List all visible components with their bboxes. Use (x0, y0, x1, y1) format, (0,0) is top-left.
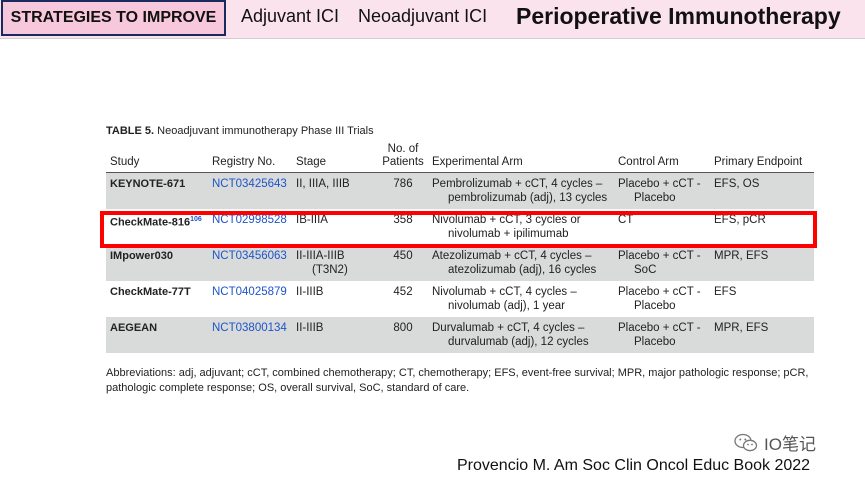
registry-link[interactable]: NCT03456063 (208, 245, 292, 281)
table-caption-label: TABLE 5. (106, 125, 155, 137)
control-arm-cell: Placebo + cCT - Placebo (614, 281, 710, 317)
stage-cell: II-IIIA-IIIB (T3N2) (292, 245, 378, 281)
abbreviations-note: Abbreviations: adj, adjuvant; cCT, combi… (106, 367, 809, 394)
strategies-tab[interactable]: STRATEGIES TO IMPROVE (1, 0, 226, 36)
col-header-study: Study (106, 141, 208, 173)
control-arm-line2: Placebo (634, 300, 676, 312)
control-arm-line1: Placebo + cCT - (618, 250, 701, 262)
control-arm-line1: Placebo + cCT - (618, 178, 701, 190)
experimental-arm-line2: nivolumab (adj), 1 year (448, 300, 565, 312)
control-arm-line2: SoC (634, 264, 657, 276)
control-arm-line1: Placebo + cCT - (618, 286, 701, 298)
nav-item-neoadjuvant-ici[interactable]: Neoadjuvant ICI (358, 6, 487, 27)
experimental-arm-line2: pembrolizumab (adj), 13 cycles (448, 192, 608, 204)
table-header-row: Study Registry No. Stage No. of Patients… (106, 141, 814, 173)
control-arm-cell: Placebo + cCT - Placebo (614, 172, 710, 209)
stage-cell: II-IIIB (292, 317, 378, 353)
experimental-arm-line2: durvalumab (adj), 12 cycles (448, 336, 589, 348)
experimental-arm-cell: Durvalumab + cCT, 4 cycles – durvalumab … (428, 317, 614, 353)
highlight-box (100, 211, 817, 248)
stage-line2: (T3N2) (312, 264, 348, 276)
table-row: IMpower030 NCT03456063 II-IIIA-IIIB (T3N… (106, 245, 814, 281)
patients-cell: 452 (393, 286, 413, 298)
control-arm-line2: Placebo (634, 336, 676, 348)
experimental-arm-line1: Nivolumab + cCT, 4 cycles – (432, 286, 577, 298)
wechat-icon (734, 433, 758, 451)
col-header-stage: Stage (292, 141, 378, 173)
experimental-arm-cell: Nivolumab + cCT, 4 cycles – nivolumab (a… (428, 281, 614, 317)
study-name: AEGEAN (106, 317, 208, 353)
registry-link[interactable]: NCT04025879 (208, 281, 292, 317)
endpoint-cell: EFS, OS (710, 172, 814, 209)
endpoint-cell: EFS (714, 286, 737, 298)
col-header-patients-line1: No. of (387, 143, 419, 155)
experimental-arm-line1: Pembrolizumab + cCT, 4 cycles – (432, 178, 603, 190)
citation: Provencio M. Am Soc Clin Oncol Educ Book… (457, 457, 811, 474)
control-arm-line2: Placebo (634, 192, 676, 204)
study-name: CheckMate-77T (110, 286, 191, 298)
col-header-registry: Registry No. (208, 141, 292, 173)
control-arm-cell: Placebo + cCT - SoC (614, 245, 710, 281)
page-title: Perioperative Immunotherapy (516, 3, 841, 29)
study-name: IMpower030 (106, 245, 208, 281)
table-caption: TABLE 5. Neoadjuvant immunotherapy Phase… (106, 125, 374, 137)
col-header-patients: No. of Patients (378, 141, 428, 173)
col-header-patients-line2: Patients (382, 156, 424, 168)
table-row: AEGEAN NCT03800134 II-IIIB 800 Durvaluma… (106, 317, 814, 353)
control-arm-line1: Placebo + cCT - (618, 322, 701, 334)
patients-cell: 786 (378, 172, 428, 209)
patients-cell: 450 (378, 245, 428, 281)
control-arm-cell: Placebo + cCT - Placebo (614, 317, 710, 353)
stage-line1: II-IIIA-IIIB (296, 250, 345, 262)
endpoint-cell: MPR, EFS (710, 317, 814, 353)
endpoint-cell: MPR, EFS (710, 245, 814, 281)
watermark: IO笔记 (734, 430, 816, 455)
strategies-tab-label: STRATEGIES TO IMPROVE (10, 9, 217, 26)
col-header-endpoint: Primary Endpoint (710, 141, 814, 173)
experimental-arm-line1: Durvalumab + cCT, 4 cycles – (432, 322, 585, 334)
table-row: CheckMate-77T NCT04025879 II-IIIB 452 Ni… (106, 281, 814, 317)
registry-link[interactable]: NCT03425643 (208, 172, 292, 209)
table-row: KEYNOTE-671 NCT03425643 II, IIIA, IIIB 7… (106, 172, 814, 209)
experimental-arm-line1: Atezolizumab + cCT, 4 cycles – (432, 250, 592, 262)
stage-cell: II, IIIA, IIIB (292, 172, 378, 209)
experimental-arm-cell: Atezolizumab + cCT, 4 cycles – atezolizu… (428, 245, 614, 281)
registry-link[interactable]: NCT03800134 (208, 317, 292, 353)
nav-item-adjuvant-ici[interactable]: Adjuvant ICI (241, 6, 339, 27)
experimental-arm-cell: Pembrolizumab + cCT, 4 cycles – pembroli… (428, 172, 614, 209)
col-header-experimental: Experimental Arm (428, 141, 614, 173)
study-name: KEYNOTE-671 (106, 172, 208, 209)
experimental-arm-line2: atezolizumab (adj), 16 cycles (448, 264, 597, 276)
table-caption-text: Neoadjuvant immunotherapy Phase III Tria… (157, 125, 374, 137)
patients-cell: 800 (378, 317, 428, 353)
col-header-control: Control Arm (614, 141, 710, 173)
watermark-text: IO笔记 (764, 435, 816, 454)
header-divider (0, 38, 865, 39)
stage-cell: II-IIIB (296, 286, 324, 298)
